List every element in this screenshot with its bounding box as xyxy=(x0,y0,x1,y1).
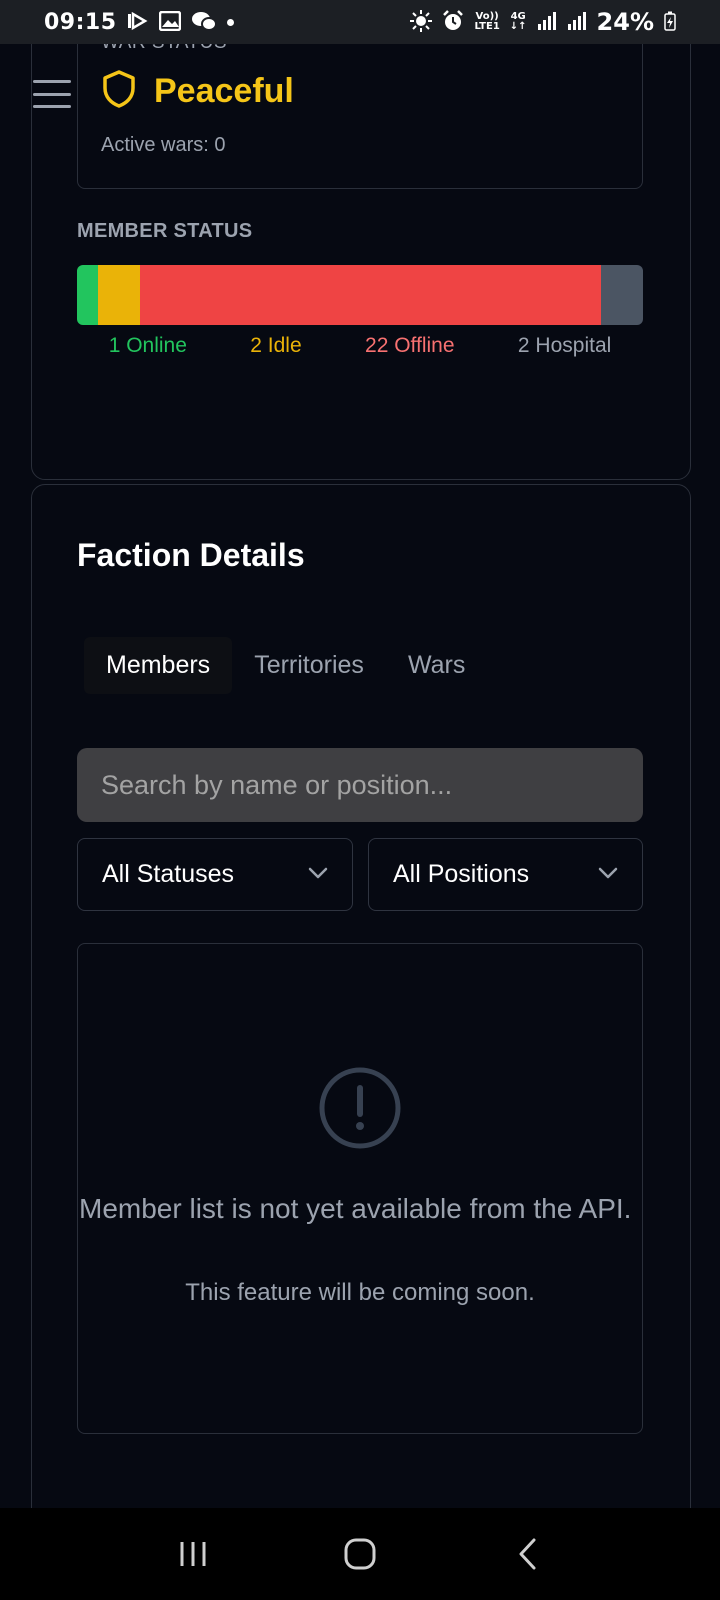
recents-icon xyxy=(180,1542,206,1566)
war-status-value: Peaceful xyxy=(154,72,294,110)
empty-state-message: Member list is not yet available from th… xyxy=(79,1193,632,1224)
brightness-icon xyxy=(410,9,433,35)
back-icon xyxy=(519,1538,536,1570)
status-filter-select[interactable]: All Statuses xyxy=(77,838,353,911)
system-navigation-bar xyxy=(0,1508,720,1600)
status-segment-online xyxy=(77,265,98,325)
battery-percent: 24% xyxy=(596,8,654,36)
gallery-icon xyxy=(158,10,181,34)
member-status-label: MEMBER STATUS xyxy=(77,220,253,242)
member-status-bar xyxy=(77,265,643,325)
signal-icon xyxy=(537,11,557,33)
legend-hospital: 2 Hospital xyxy=(517,334,612,357)
legend-online: 1 Online xyxy=(108,334,187,357)
signal-icon xyxy=(567,11,587,33)
war-status-row: Peaceful xyxy=(102,70,294,113)
home-icon xyxy=(344,1538,376,1570)
faction-details-title: Faction Details xyxy=(77,537,305,573)
menu-icon[interactable] xyxy=(33,80,71,108)
shield-icon xyxy=(102,70,136,113)
tab-territories[interactable]: Territories xyxy=(232,637,386,694)
tab-members[interactable]: Members xyxy=(84,637,233,694)
member-status-legend: 1 Online 2 Idle 22 Offline 2 Hospital xyxy=(77,334,643,358)
position-filter-select[interactable]: All Positions xyxy=(368,838,643,911)
position-filter-value: All Positions xyxy=(393,860,530,888)
status-segment-offline xyxy=(139,265,602,325)
legend-idle: 2 Idle xyxy=(250,334,302,357)
notification-dot-icon xyxy=(226,18,234,26)
member-search-input[interactable] xyxy=(77,748,643,822)
recent-apps-button[interactable] xyxy=(163,1524,223,1584)
alarm-icon xyxy=(442,9,464,35)
volte-indicator: Vo)) LTE1 xyxy=(474,11,500,32)
status-segment-hospital xyxy=(601,265,643,325)
media-icon xyxy=(127,11,149,34)
tab-wars[interactable]: Wars xyxy=(386,637,487,694)
faction-details-tabs: Members Territories Wars xyxy=(84,637,487,694)
main-content[interactable]: WAR STATUS Peaceful Active wars: 0 MEMBE… xyxy=(0,44,720,1508)
home-button[interactable] xyxy=(330,1524,390,1584)
back-button[interactable] xyxy=(497,1524,557,1584)
war-status-box xyxy=(77,44,643,189)
chevron-down-icon xyxy=(308,866,328,884)
clock: 09:15 xyxy=(44,9,117,35)
legend-offline: 22 Offline xyxy=(365,334,455,357)
status-filter-value: All Statuses xyxy=(102,860,235,888)
status-segment-idle xyxy=(97,265,140,325)
active-wars-count: Active wars: 0 xyxy=(101,134,226,156)
empty-state-subtext: This feature will be coming soon. xyxy=(185,1279,535,1306)
network-type-indicator: 4G ↓↑ xyxy=(509,11,527,32)
battery-charging-icon xyxy=(664,11,676,34)
chat-icon xyxy=(191,10,217,35)
war-status-label: WAR STATUS xyxy=(101,44,227,54)
status-bar: 09:15 Vo)) LTE1 4G ↓↑ 24% xyxy=(0,0,720,44)
chevron-down-icon xyxy=(598,866,618,884)
alert-circle-icon xyxy=(318,1066,402,1150)
